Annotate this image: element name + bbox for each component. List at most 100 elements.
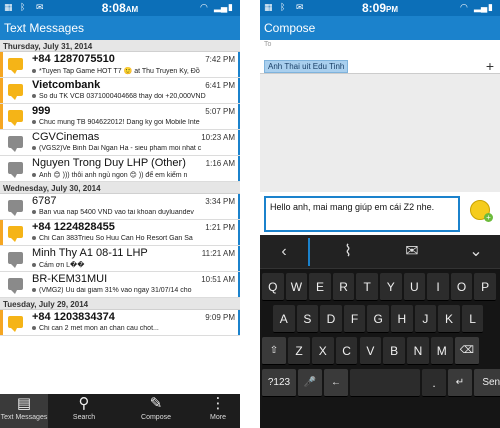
key-v[interactable]: V (359, 337, 382, 365)
space-key[interactable] (350, 369, 420, 397)
preview-text: Cám ơn L�� (39, 262, 85, 269)
keyboard: ‹ ⌇ ✉ ⌄ QWERTYUIOP ASDFGHJKL ⇧ Z X C V B N M ⌫ ?… (260, 235, 500, 428)
key-o[interactable]: O (450, 273, 473, 301)
key-x[interactable]: X (312, 337, 334, 365)
key-f[interactable]: F (343, 305, 366, 333)
add-recipient-icon[interactable]: + (486, 58, 494, 74)
key-h[interactable]: H (391, 305, 413, 333)
recipient-field[interactable]: To Anh Thai uit Edu Tinh + (260, 40, 500, 74)
key-b[interactable]: B (383, 337, 405, 365)
bullet-icon (32, 326, 36, 331)
preview-text: Chi Can 383Trieu So Huu Can Ho Resort Ga… (39, 235, 193, 242)
message-row[interactable]: Vietcombank 6:41 PM So du TK VCB 037100040… (0, 78, 240, 104)
message-row[interactable]: +84 1224828455 1:21 PM Chi Can 383Trieu So… (0, 220, 240, 246)
preview-text: Chuc mung TB 904622012! Dang ky goi Mobi… (39, 119, 200, 126)
message-row[interactable]: BR-KEM31MUI 10:51 AM (VMG2) Uu dai giam 31… (0, 272, 240, 298)
message-type-icon[interactable]: ✉ (388, 235, 436, 269)
row-accent (238, 246, 240, 271)
keyboard-row-1: QWERTYUIOP (260, 271, 500, 303)
key-u[interactable]: U (403, 273, 426, 301)
cursor-left-key[interactable]: ← (324, 369, 348, 397)
message-time: 11:21 AM (201, 249, 235, 258)
status-bar: ▦ ᛒ ✉ 8:08AM ◠ ▂▄ ▮ (0, 0, 240, 16)
back-arrow-icon[interactable]: ‹ (260, 235, 308, 269)
collapse-keyboard-icon[interactable]: ⌄ (452, 235, 500, 269)
message-bubble-icon (8, 58, 23, 74)
page-title-compose: Compose (260, 16, 500, 40)
search-button[interactable]: ⚲ Search (56, 394, 112, 428)
emoticon-icon[interactable]: + (470, 200, 493, 222)
message-input[interactable]: Hello anh, mai mang giúp em cái Z2 nhe. (264, 196, 460, 232)
enter-key[interactable]: ↵ (448, 369, 472, 397)
message-preview: Cám ơn L�� (32, 261, 236, 269)
message-bubble-icon (8, 278, 23, 294)
key-l[interactable]: L (461, 305, 484, 333)
sender-name: Nguyen Trong Duy LHP (Other) (32, 157, 186, 169)
key-t[interactable]: T (356, 273, 378, 301)
message-time: 5:07 PM (205, 107, 235, 116)
key-z[interactable]: Z (288, 337, 310, 365)
tab-text-messages[interactable]: ▤ Text Messages (0, 394, 48, 428)
preview-text: (VGS2)Ve Binh Dai Ngan Ha - sieu pham mo… (39, 145, 202, 152)
symbols-key[interactable]: ?123 (262, 369, 296, 397)
sender-name: BR-KEM31MUI (32, 273, 108, 285)
message-row[interactable]: +84 1203834374 9:09 PM Chi can 2 met mon a… (0, 310, 240, 336)
recipient-chip[interactable]: Anh Thai uit Edu Tinh (264, 60, 349, 73)
key-r[interactable]: R (332, 273, 355, 301)
key-c[interactable]: C (335, 337, 358, 365)
keyboard-row-3: ⇧ Z X C V B N M ⌫ (260, 335, 500, 367)
message-list[interactable]: Thursday, July 31, 2014 +84 1287075510 7:4… (0, 40, 240, 336)
key-k[interactable]: K (438, 305, 460, 333)
message-preview: (VMG2) Uu dai giam 31% vao ngay 31/07/14… (32, 287, 236, 294)
mic-key[interactable]: 🎤 (298, 369, 322, 397)
row-accent (238, 194, 240, 219)
compose-button[interactable]: ✎ Compose (128, 394, 184, 428)
message-preview: Chuc mung TB 904622012! Dang ky goi Mobi… (32, 119, 236, 126)
key-n[interactable]: N (407, 337, 429, 365)
key-p[interactable]: P (474, 273, 496, 301)
more-button[interactable]: ⋮ More (196, 394, 240, 428)
message-preview: *Tuyen Tap Game HOT T7 🙂 at Thu Truyen K… (32, 67, 236, 75)
period-key[interactable]: . (422, 369, 446, 397)
key-w[interactable]: W (285, 273, 308, 301)
unread-indicator (0, 220, 3, 245)
message-row[interactable]: +84 1287075510 7:42 PM *Tuyen Tap Game HOT… (0, 52, 240, 78)
action-bar: ▤ Text Messages ⚲ Search ✎ Compose ⋮ Mor… (0, 394, 240, 428)
sender-name: CGVCinemas (32, 131, 100, 143)
message-row[interactable]: Minh Thy A1 08-11 LHP 11:21 AM Cám ơn L�� (0, 246, 240, 272)
bullet-icon (32, 69, 36, 74)
key-j[interactable]: J (414, 305, 437, 333)
key-y[interactable]: Y (380, 273, 402, 301)
bullet-icon (32, 236, 36, 241)
key-g[interactable]: G (367, 305, 389, 333)
key-q[interactable]: Q (262, 273, 284, 301)
message-preview: (VGS2)Ve Binh Dai Ngan Ha - sieu pham mo… (32, 145, 236, 152)
sender-name: Minh Thy A1 08-11 LHP (32, 247, 148, 259)
keyboard-row-4: ?123🎤← .↵Send (260, 367, 500, 399)
keyboard-toolbar: ‹ ⌇ ✉ ⌄ (260, 235, 500, 269)
row-accent (238, 310, 240, 335)
message-row[interactable]: 6787 3:34 PM Ban vua nap 5400 VND vao tai … (0, 194, 240, 220)
message-row[interactable]: CGVCinemas 10:23 AM (VGS2)Ve Binh Dai Ngan… (0, 130, 240, 156)
key-a[interactable]: A (273, 305, 295, 333)
text-messages-icon: ▤ (16, 395, 32, 412)
key-m[interactable]: M (431, 337, 453, 365)
key-s[interactable]: S (296, 305, 319, 333)
backspace-key[interactable]: ⌫ (454, 337, 479, 365)
message-bubble-icon (8, 252, 23, 268)
send-key[interactable]: Send (474, 369, 500, 397)
to-label: To (264, 41, 272, 48)
message-time: 9:09 PM (205, 313, 235, 322)
message-preview: Anh 😊 ))) thôi anh ngủ ngon 😊 )) để em k… (32, 171, 236, 179)
key-i[interactable]: I (427, 273, 449, 301)
attachment-icon[interactable]: ⌇ (324, 235, 372, 269)
message-row[interactable]: 999 5:07 PM Chuc mung TB 904622012! Dang k… (0, 104, 240, 130)
key-d[interactable]: D (320, 305, 342, 333)
battery-icon: ▮ (488, 2, 493, 12)
compose-screen: ▦ ᛒ ✉ 8:09PM ◠ ▂▄ ▮ Compose To Anh Thai … (260, 0, 500, 428)
more-icon: ⋮ (210, 395, 226, 412)
sender-name: +84 1224828455 (32, 221, 115, 233)
message-row[interactable]: Nguyen Trong Duy LHP (Other) 1:16 AM Anh 😊… (0, 156, 240, 182)
shift-key[interactable]: ⇧ (262, 337, 286, 365)
key-e[interactable]: E (309, 273, 331, 301)
